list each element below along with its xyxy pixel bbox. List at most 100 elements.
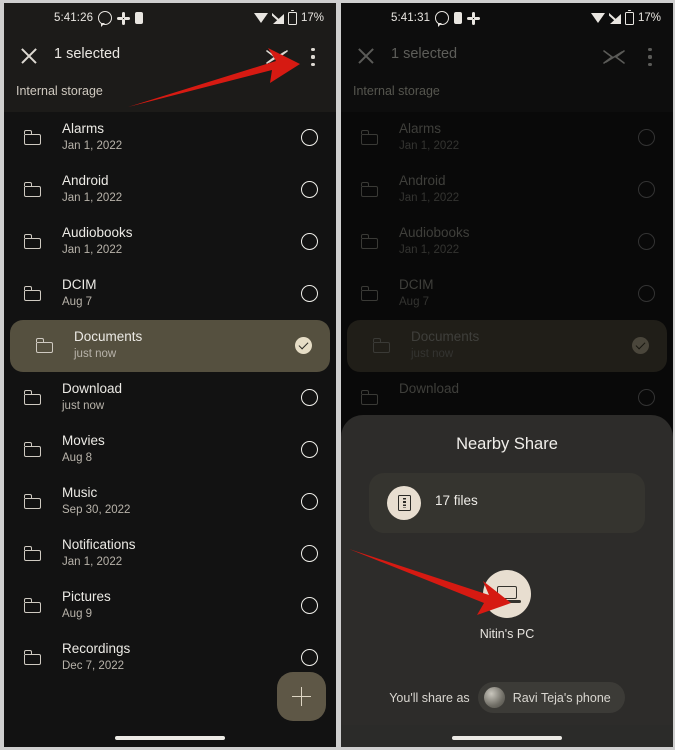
file-name: Notifications bbox=[62, 537, 136, 552]
folder-icon bbox=[24, 234, 43, 249]
file-name: Movies bbox=[62, 433, 105, 448]
file-row[interactable]: Music Sep 30, 2022 bbox=[4, 476, 336, 528]
checkbox-unchecked[interactable] bbox=[301, 129, 318, 146]
file-row[interactable]: Movies Aug 8 bbox=[4, 424, 336, 476]
file-row[interactable]: Audiobooks Jan 1, 2022 bbox=[341, 216, 673, 268]
checkbox-unchecked[interactable] bbox=[301, 389, 318, 406]
archive-file-icon bbox=[387, 486, 421, 520]
sheet-title: Nearby Share bbox=[456, 435, 558, 453]
home-handle[interactable] bbox=[452, 736, 562, 740]
overflow-menu-icon[interactable] bbox=[304, 47, 322, 67]
whatsapp-icon bbox=[435, 11, 450, 27]
file-name: Documents bbox=[411, 329, 480, 344]
file-name: Download bbox=[399, 381, 460, 396]
file-name: Android bbox=[62, 173, 109, 188]
folder-icon bbox=[361, 130, 380, 145]
folder-icon bbox=[24, 598, 43, 613]
left-app-bar: 1 selected bbox=[4, 33, 336, 80]
home-handle[interactable] bbox=[115, 736, 225, 740]
file-date: Aug 9 bbox=[62, 608, 93, 620]
nearby-share-icon[interactable] bbox=[265, 47, 289, 67]
right-status-bar: 5:41:31 17% bbox=[341, 3, 673, 33]
checkbox-unchecked[interactable] bbox=[301, 233, 318, 250]
battery-icon bbox=[287, 9, 297, 25]
share-as-label: You'll share as bbox=[389, 690, 470, 705]
checkbox-unchecked[interactable] bbox=[301, 649, 318, 666]
checkbox-unchecked[interactable] bbox=[638, 181, 655, 198]
left-nav-bar bbox=[4, 725, 336, 747]
share-as-chip[interactable]: Ravi Teja's phone bbox=[477, 682, 625, 713]
wifi-icon bbox=[590, 13, 605, 23]
file-row[interactable]: DCIM Aug 7 bbox=[4, 268, 336, 320]
files-count-label: 17 files bbox=[435, 493, 478, 508]
file-row[interactable]: Pictures Aug 9 bbox=[4, 580, 336, 632]
checkbox-unchecked[interactable] bbox=[301, 285, 318, 302]
folder-icon bbox=[361, 390, 380, 405]
file-name: Documents bbox=[74, 329, 143, 344]
checkbox-unchecked[interactable] bbox=[301, 597, 318, 614]
close-icon[interactable] bbox=[16, 43, 42, 69]
checkbox-checked[interactable] bbox=[295, 337, 312, 354]
thumb-icon bbox=[135, 12, 144, 24]
add-button[interactable] bbox=[277, 672, 326, 721]
breadcrumb[interactable]: Internal storage bbox=[4, 80, 336, 112]
file-name: Audiobooks bbox=[399, 225, 470, 240]
file-name: DCIM bbox=[62, 277, 97, 292]
avatar bbox=[483, 687, 505, 708]
folder-icon bbox=[24, 546, 43, 561]
folder-icon bbox=[24, 390, 43, 405]
checkbox-unchecked[interactable] bbox=[638, 285, 655, 302]
folder-icon bbox=[24, 494, 43, 509]
device-nitins-pc[interactable]: Nitin's PC bbox=[341, 570, 673, 641]
selection-count-title: 1 selected bbox=[54, 46, 121, 62]
checkbox-unchecked[interactable] bbox=[301, 441, 318, 458]
checkbox-unchecked[interactable] bbox=[301, 493, 318, 510]
status-bar-left-cluster: 5:41:26 bbox=[54, 3, 144, 33]
close-icon[interactable] bbox=[353, 43, 379, 69]
screenshot-stage: 5:41:26 17% 1 selected Internal storage … bbox=[0, 0, 675, 750]
fan-icon bbox=[117, 11, 131, 25]
folder-icon bbox=[24, 650, 43, 665]
file-row[interactable]: Documents just now bbox=[10, 320, 330, 372]
file-name: Alarms bbox=[399, 121, 442, 136]
checkbox-unchecked[interactable] bbox=[638, 389, 655, 406]
file-row[interactable]: Download just now bbox=[4, 372, 336, 424]
breadcrumb-label: Internal storage bbox=[16, 84, 103, 98]
file-name: Android bbox=[399, 173, 446, 188]
file-row[interactable]: Android Jan 1, 2022 bbox=[341, 164, 673, 216]
files-summary-card[interactable]: 17 files bbox=[369, 473, 645, 533]
file-name: DCIM bbox=[399, 277, 434, 292]
device-name-label: Nitin's PC bbox=[479, 627, 535, 641]
nearby-share-icon[interactable] bbox=[602, 47, 626, 67]
checkbox-unchecked[interactable] bbox=[638, 129, 655, 146]
file-date: Jan 1, 2022 bbox=[62, 140, 123, 152]
right-nav-bar bbox=[341, 725, 673, 747]
file-name: Audiobooks bbox=[62, 225, 133, 240]
file-date: Jan 1, 2022 bbox=[62, 244, 123, 256]
whatsapp-icon bbox=[98, 11, 113, 27]
file-row[interactable]: DCIM Aug 7 bbox=[341, 268, 673, 320]
file-row[interactable]: Notifications Jan 1, 2022 bbox=[4, 528, 336, 580]
folder-icon bbox=[36, 338, 55, 353]
file-row[interactable]: Alarms Jan 1, 2022 bbox=[341, 112, 673, 164]
folder-icon bbox=[361, 286, 380, 301]
checkbox-unchecked[interactable] bbox=[301, 181, 318, 198]
folder-icon bbox=[24, 286, 43, 301]
breadcrumb[interactable]: Internal storage bbox=[341, 80, 673, 112]
checkbox-unchecked[interactable] bbox=[301, 545, 318, 562]
battery-percent: 17% bbox=[300, 12, 324, 24]
file-date: Aug 8 bbox=[62, 452, 93, 464]
checkbox-unchecked[interactable] bbox=[638, 233, 655, 250]
file-row[interactable]: Audiobooks Jan 1, 2022 bbox=[4, 216, 336, 268]
selection-count-title: 1 selected bbox=[391, 46, 458, 62]
signal-off-icon bbox=[272, 13, 284, 24]
left-file-list[interactable]: Alarms Jan 1, 2022 Android Jan 1, 2022 Audio… bbox=[4, 112, 336, 747]
file-row[interactable]: Alarms Jan 1, 2022 bbox=[4, 112, 336, 164]
file-date: Jan 1, 2022 bbox=[399, 244, 460, 256]
folder-icon bbox=[361, 182, 380, 197]
checkbox-checked[interactable] bbox=[632, 337, 649, 354]
file-row[interactable]: Android Jan 1, 2022 bbox=[4, 164, 336, 216]
overflow-menu-icon[interactable] bbox=[641, 47, 659, 67]
file-name: Download bbox=[62, 381, 123, 396]
file-row[interactable]: Documents just now bbox=[347, 320, 667, 372]
